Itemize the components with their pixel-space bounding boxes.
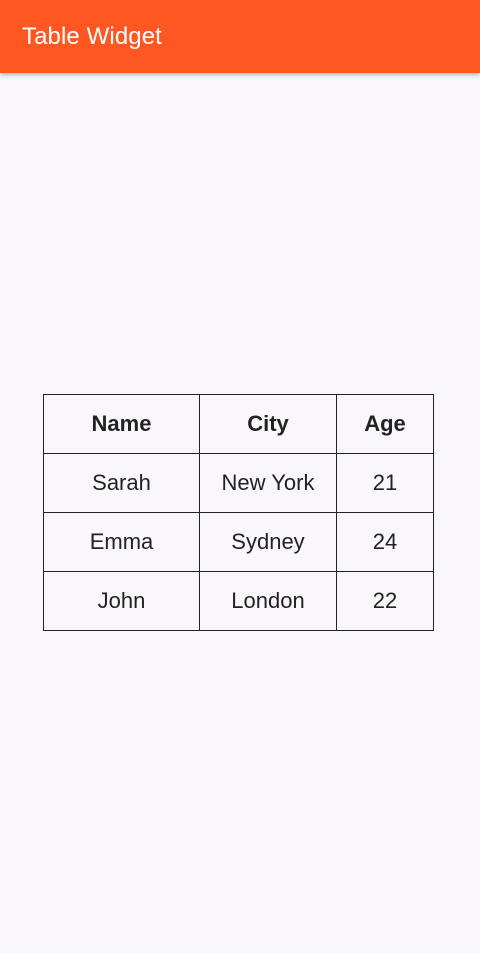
app-title: Table Widget [22,23,162,50]
cell-city: London [199,571,337,631]
cell-name: John [43,571,200,631]
cell-city: New York [199,453,337,513]
people-table: Name City Age Sarah New York 21 Emma Syd… [43,394,434,631]
table-row: John London 22 [43,571,434,631]
cell-city: Sydney [199,512,337,572]
header-name: Name [43,394,200,454]
table-container: Name City Age Sarah New York 21 Emma Syd… [43,394,434,631]
cell-age: 21 [336,453,434,513]
cell-age: 22 [336,571,434,631]
header-city: City [199,394,337,454]
cell-age: 24 [336,512,434,572]
cell-name: Sarah [43,453,200,513]
table-row: Emma Sydney 24 [43,512,434,572]
app-bar: Table Widget [0,0,480,73]
cell-name: Emma [43,512,200,572]
table-header-row: Name City Age [43,394,434,454]
header-age: Age [336,394,434,454]
table-row: Sarah New York 21 [43,453,434,513]
